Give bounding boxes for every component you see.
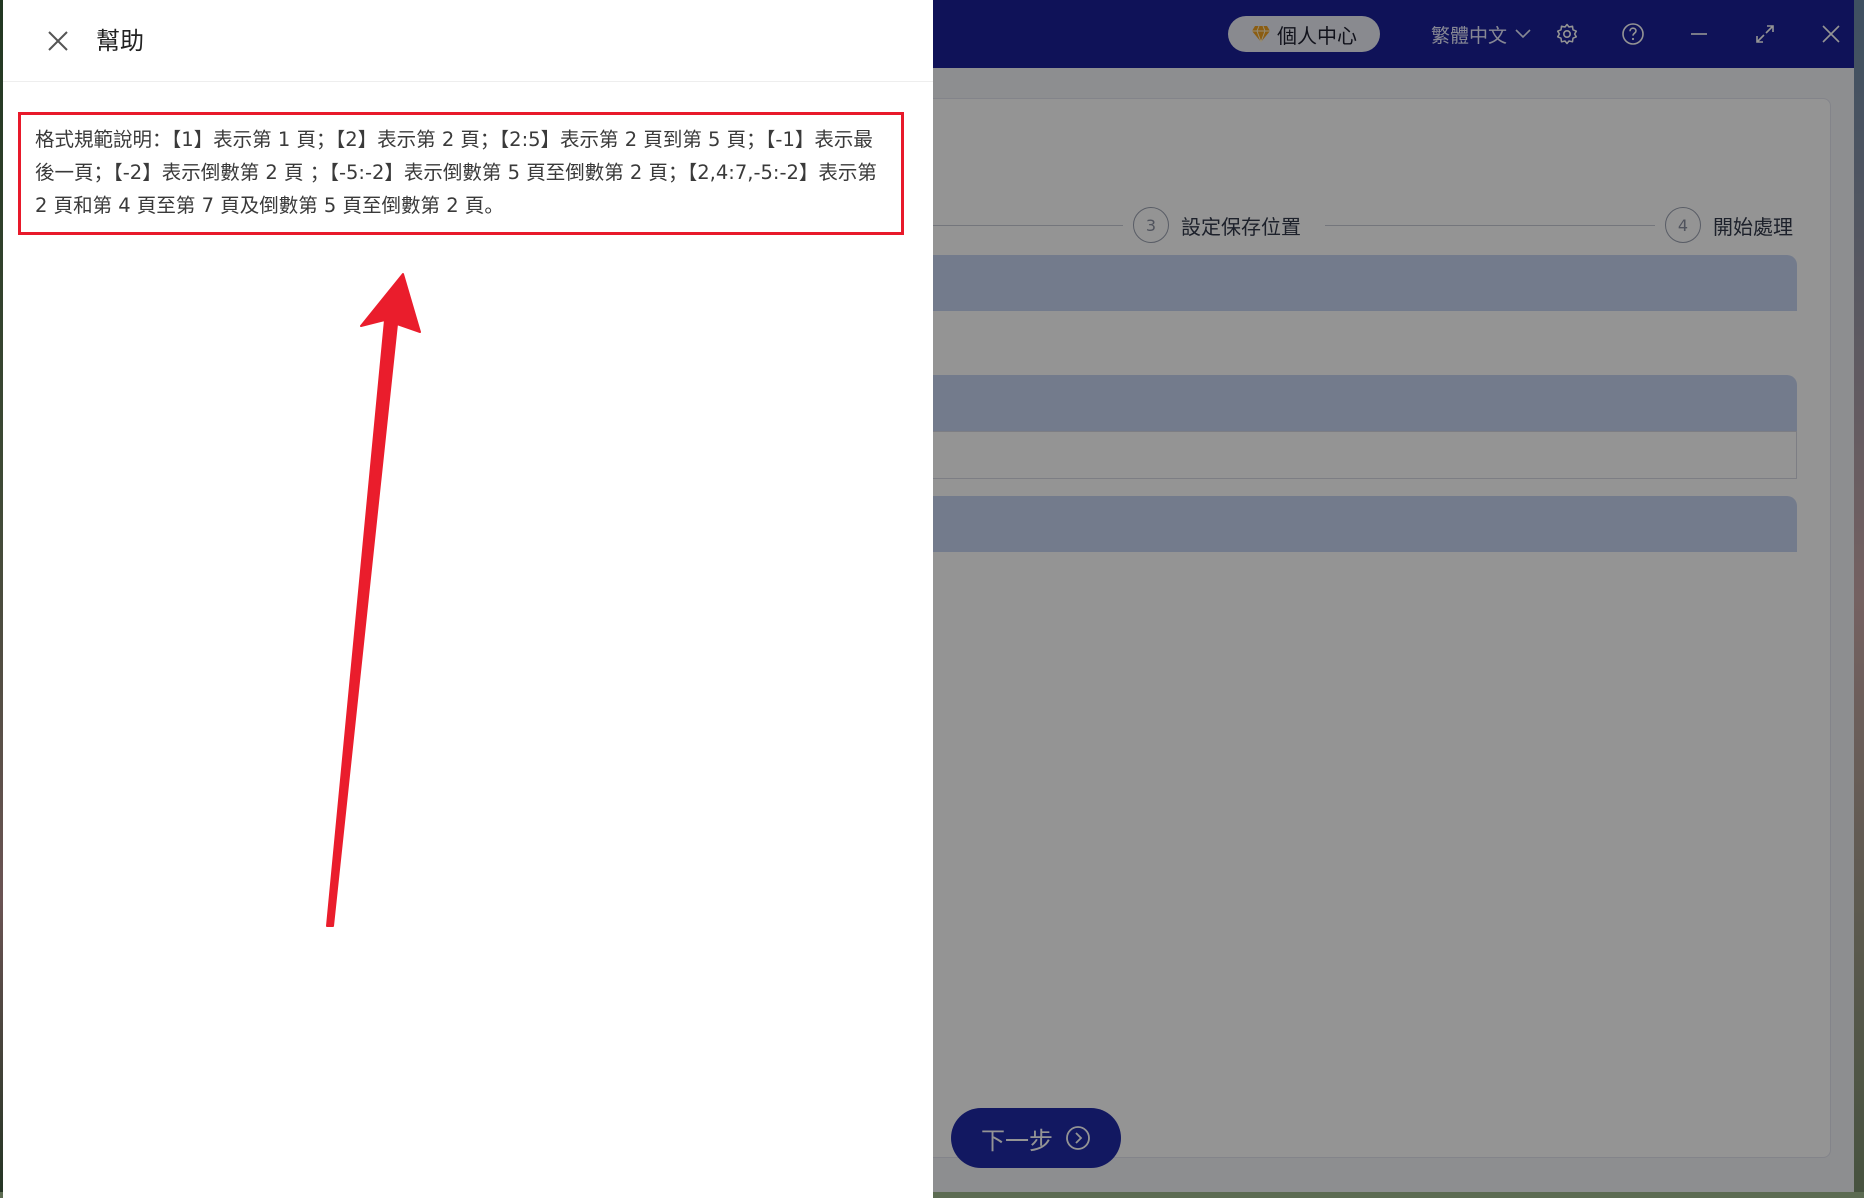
help-close-button[interactable] (43, 26, 73, 56)
annotation-arrow (326, 273, 421, 927)
help-content-box: 格式規範說明：【1】表示第 1 頁；【2】表示第 2 頁；【2:5】表示第 2 … (18, 112, 904, 235)
format-spec-text: 格式規範說明：【1】表示第 1 頁；【2】表示第 2 頁；【2:5】表示第 2 … (35, 128, 877, 217)
help-title: 幫助 (96, 27, 144, 55)
close-icon (48, 31, 68, 51)
help-drawer-header: 幫助 (3, 0, 933, 82)
help-drawer: 幫助 格式規範說明：【1】表示第 1 頁；【2】表示第 2 頁；【2:5】表示第… (3, 0, 933, 1198)
